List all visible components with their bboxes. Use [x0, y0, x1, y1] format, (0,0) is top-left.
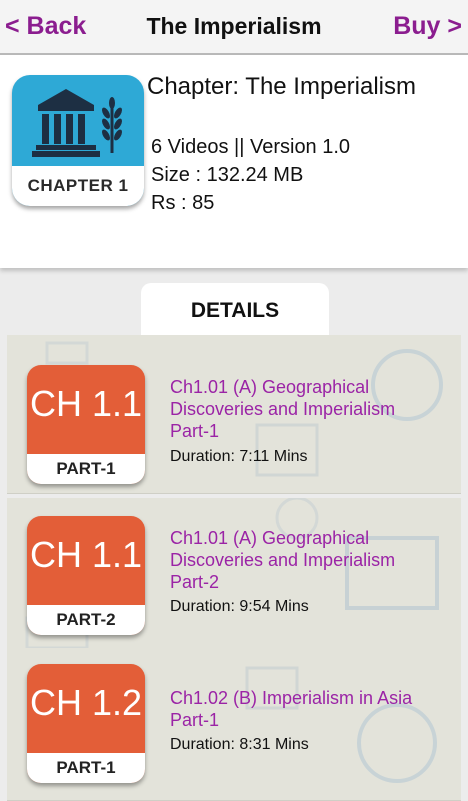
video-title[interactable]: Ch1.02 (B) Imperialism in Asia Part-1	[170, 687, 430, 731]
badge-part: PART-2	[27, 605, 145, 635]
badge-part: PART-1	[27, 454, 145, 484]
video-duration: Duration: 8:31 Mins	[170, 736, 309, 753]
chapter-info-panel: CHAPTER 1 Chapter: The Imperialism 6 Vid…	[0, 55, 468, 268]
badge-number: CH 1.1	[29, 534, 143, 575]
badge-part: PART-1	[27, 753, 145, 783]
top-bar: < Back The Imperialism Buy >	[0, 0, 468, 55]
details-tab[interactable]: DETAILS	[141, 283, 329, 336]
video-item[interactable]: CH 1.1 PART-1 Ch1.01 (A) Geographical Di…	[7, 335, 461, 494]
video-item[interactable]: CH 1.1 PART-2 Ch1.01 (A) Geographical Di…	[7, 498, 461, 657]
video-title[interactable]: Ch1.01 (A) Geographical Discoveries and …	[170, 376, 430, 442]
video-title[interactable]: Ch1.01 (A) Geographical Discoveries and …	[170, 527, 430, 593]
museum-icon	[32, 89, 122, 157]
video-duration: Duration: 7:11 Mins	[170, 448, 308, 465]
buy-button[interactable]: Buy >	[393, 0, 462, 53]
video-duration: Duration: 9:54 Mins	[170, 598, 309, 615]
badge-number: CH 1.1	[29, 383, 143, 424]
price: Rs : 85	[151, 192, 215, 214]
badge-number: CH 1.2	[29, 682, 143, 723]
chapter-icon: CHAPTER 1	[12, 75, 144, 206]
video-item[interactable]: CH 1.2 PART-1 Ch1.02 (B) Imperialism in …	[7, 648, 461, 801]
video-count-version: 6 Videos || Version 1.0	[151, 136, 351, 158]
chapter-badge: CH 1.1 PART-1	[27, 365, 145, 484]
chapter-badge: CH 1.1 PART-2	[27, 516, 145, 635]
chapter-icon-label: CHAPTER 1	[12, 166, 144, 206]
file-size: Size : 132.24 MB	[151, 164, 304, 186]
chapter-name: Chapter: The Imperialism	[147, 73, 416, 100]
chapter-badge: CH 1.2 PART-1	[27, 664, 145, 783]
